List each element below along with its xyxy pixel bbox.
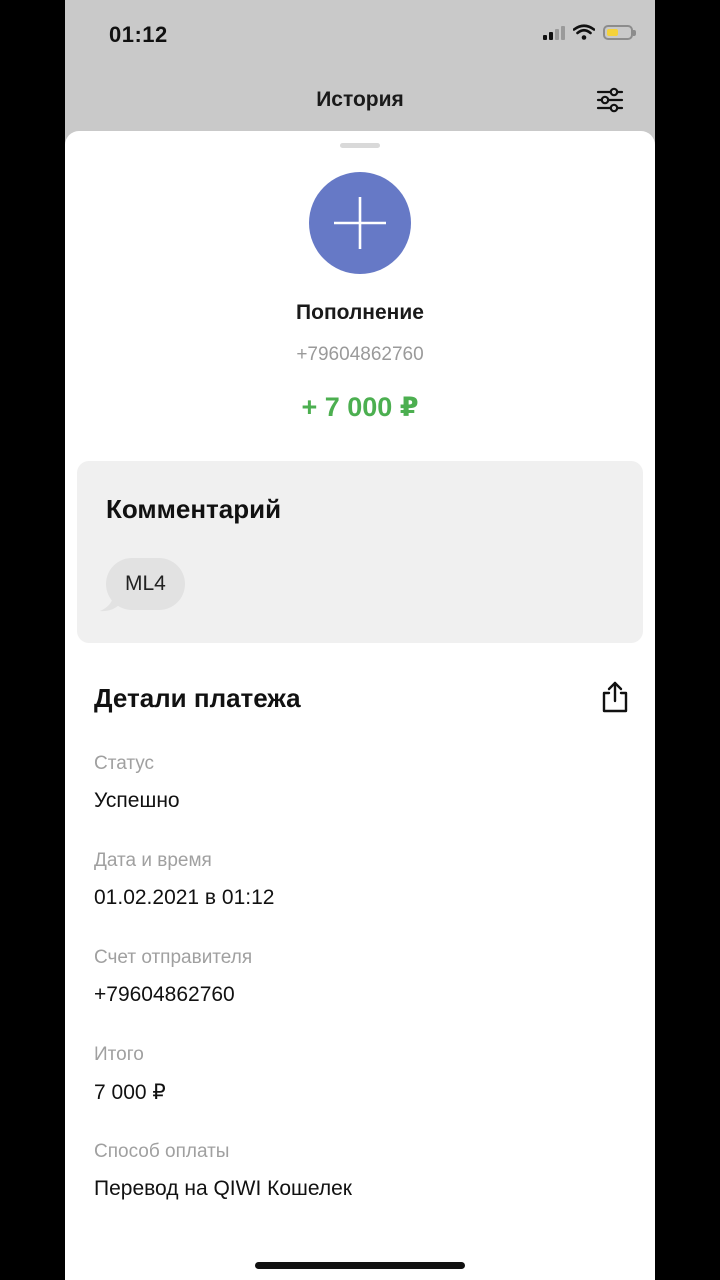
- operation-amount: + 7 000 ₽: [301, 392, 419, 422]
- detail-value: 01.02.2021 в 01:12: [94, 886, 275, 909]
- comment-bubble: ML4: [106, 558, 185, 610]
- detail-label: Итого: [94, 1044, 144, 1065]
- operation-title: Пополнение: [296, 301, 424, 324]
- phone-screen: 01:12 История Пополнение +79604862760 + …: [65, 0, 655, 1280]
- detail-value: Перевод на QIWI Кошелек: [94, 1177, 352, 1200]
- detail-payment-method: Способ оплаты Перевод на QIWI Кошелек: [94, 1141, 352, 1201]
- detail-value: +79604862760: [94, 983, 235, 1006]
- comment-title: Комментарий: [106, 494, 282, 524]
- status-bar: 01:12: [65, 0, 655, 70]
- wifi-icon: [573, 24, 595, 40]
- detail-label: Статус: [94, 753, 155, 774]
- comment-card: Комментарий ML4: [77, 461, 643, 643]
- battery-icon: [603, 24, 636, 40]
- page-title: История: [316, 88, 404, 111]
- status-time: 01:12: [109, 22, 168, 47]
- detail-total: Итого 7 000 ₽: [94, 1044, 166, 1105]
- cellular-signal-icon: [543, 24, 565, 40]
- detail-datetime: Дата и время 01.02.2021 в 01:12: [94, 850, 274, 910]
- operation-account: +79604862760: [296, 344, 424, 365]
- detail-value: 7 000 ₽: [94, 1081, 166, 1104]
- sheet-grabber[interactable]: [340, 143, 380, 148]
- detail-label: Способ оплаты: [94, 1141, 230, 1162]
- details-title: Детали платежа: [94, 683, 301, 713]
- detail-label: Дата и время: [94, 850, 212, 871]
- detail-sender-account: Счет отправителя +79604862760: [94, 947, 252, 1007]
- plus-icon: [309, 172, 411, 274]
- detail-status: Статус Успешно: [94, 753, 180, 813]
- share-icon[interactable]: [599, 680, 631, 714]
- home-indicator[interactable]: [255, 1262, 465, 1269]
- detail-label: Счет отправителя: [94, 947, 253, 968]
- status-icons: [543, 24, 636, 40]
- detail-value: Успешно: [94, 789, 180, 812]
- filter-sliders-icon[interactable]: [595, 85, 625, 115]
- nav-bar: История: [65, 70, 655, 132]
- transaction-sheet: Пополнение +79604862760 + 7 000 ₽ Коммен…: [65, 131, 655, 1280]
